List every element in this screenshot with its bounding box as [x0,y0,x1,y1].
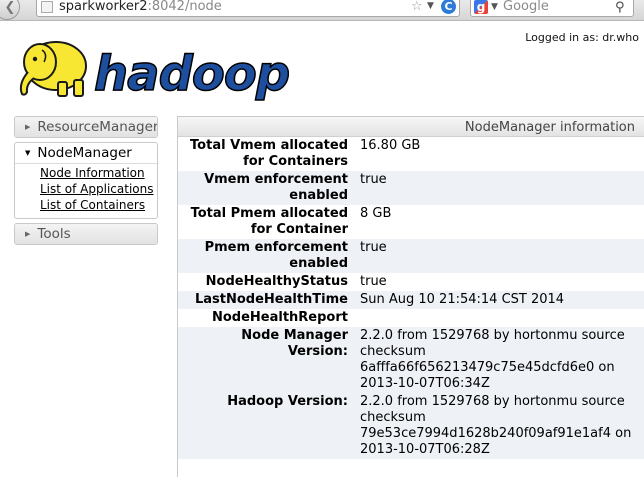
nav-resourcemanager[interactable]: ▶ ResourceManager [15,117,157,137]
info-table: Total Vmem allocated for Containers 16.8… [178,137,644,459]
google-engine-icon[interactable]: g [474,0,488,14]
nav-tools[interactable]: ▶ Tools [15,224,157,244]
address-url[interactable]: sparkworker2:8042/node [59,0,222,15]
address-bar[interactable]: sparkworker2:8042/node ☆ ▼ C [36,0,460,17]
row-value: 2.2.0 from 1529768 by hortonmu source ch… [360,393,644,459]
nav-resourcemanager-label: ResourceManager [37,119,158,135]
row-key: LastNodeHealthTime [178,291,360,309]
row-key: Vmem enforcement enabled [178,171,360,205]
row-key: Total Vmem allocated for Containers [178,137,360,171]
row-value: 8 GB [360,205,644,239]
table-row: Vmem enforcement enabled true [178,171,644,205]
url-path: :8042/node [147,0,222,14]
row-value: true [360,273,644,291]
reload-icon[interactable]: C [441,0,456,14]
table-row: NodeHealthyStatus true [178,273,644,291]
table-row: Pmem enforcement enabled true [178,239,644,273]
table-row: Total Vmem allocated for Containers 16.8… [178,137,644,171]
table-row: Node Manager Version: 2.2.0 from 1529768… [178,327,644,393]
nodemanager-info-panel: NodeManager information Total Vmem alloc… [177,116,644,477]
elephant-icon [19,41,87,97]
browser-toolbar: ❮ sparkworker2:8042/node ☆ ▼ C g ▼ Googl… [0,0,644,21]
search-engine-dropdown-icon[interactable]: ▼ [491,0,498,16]
logged-in-label: Logged in as: dr.who [525,31,639,44]
row-key: Pmem enforcement enabled [178,239,360,273]
row-key: Total Pmem allocated for Container [178,205,360,239]
nav-tools-label: Tools [37,226,71,242]
row-value: Sun Aug 10 21:54:14 CST 2014 [360,291,644,309]
row-value: 16.80 GB [360,137,644,171]
row-key: NodeHealthyStatus [178,273,360,291]
table-row: Hadoop Version: 2.2.0 from 1529768 by ho… [178,393,644,459]
sidebar: ▶ ResourceManager ▼ NodeManager Node Infor… [14,116,158,249]
nav-section-tools[interactable]: ▶ Tools [14,223,158,245]
table-row: NodeHealthReport [178,309,644,327]
table-row: Total Pmem allocated for Container 8 GB [178,205,644,239]
logo-wordmark: hadoop [94,46,289,102]
collapsed-arrow-icon: ▶ [25,123,31,131]
row-key: NodeHealthReport [178,309,360,327]
info-panel-title: NodeManager information [178,117,644,137]
nav-section-nodemanager: ▼ NodeManager Node Information List of Ap… [14,142,158,219]
link-list-of-applications[interactable]: List of Applications [40,182,157,197]
expanded-arrow-icon: ▼ [25,149,31,157]
bookmark-star-icon[interactable]: ☆ [411,0,423,15]
nav-nodemanager[interactable]: ▼ NodeManager [15,143,157,164]
hadoop-logo: hadoop [19,41,289,102]
row-value: true [360,239,644,273]
row-value [360,309,644,327]
url-host: sparkworker2 [59,0,148,14]
row-key: Hadoop Version: [178,393,360,459]
row-value: true [360,171,644,205]
search-input[interactable]: Google [503,0,549,15]
page-favicon-icon [41,1,53,13]
nav-nodemanager-label: NodeManager [37,145,132,161]
table-row: LastNodeHealthTime Sun Aug 10 21:54:14 C… [178,291,644,309]
nav-section-resourcemanager[interactable]: ▶ ResourceManager [14,116,158,138]
search-icon[interactable]: ⚲ [615,0,625,16]
row-key: Node Manager Version: [178,327,360,393]
link-node-information[interactable]: Node Information [40,166,157,181]
url-history-dropdown-icon[interactable]: ▼ [427,0,434,15]
back-arrow-icon[interactable]: ❮ [0,0,20,20]
nodemanager-links: Node Information List of Applications Li… [15,164,157,218]
search-box[interactable]: g ▼ Google ⚲ [470,0,634,17]
row-value: 2.2.0 from 1529768 by hortonmu source ch… [360,327,644,393]
link-list-of-containers[interactable]: List of Containers [40,198,157,213]
collapsed-arrow-icon: ▶ [25,230,31,238]
